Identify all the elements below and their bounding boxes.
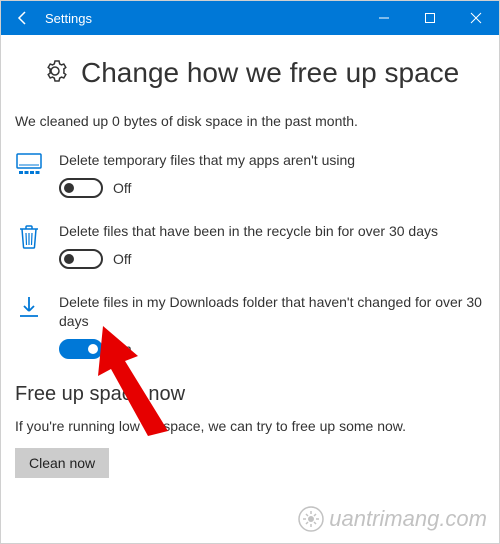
toggle-state-text: On	[113, 341, 132, 357]
toggle-recycle-bin[interactable]	[59, 249, 103, 269]
page-title: Change how we free up space	[81, 57, 459, 89]
titlebar: Settings	[1, 1, 499, 35]
trash-icon	[15, 224, 43, 250]
minimize-button[interactable]	[361, 1, 407, 35]
setting-temp-files: Delete temporary files that my apps aren…	[15, 151, 485, 198]
gear-icon	[43, 59, 67, 88]
watermark: uantrimang.com	[297, 505, 487, 533]
setting-label: Delete temporary files that my apps aren…	[59, 151, 485, 170]
setting-downloads: Delete files in my Downloads folder that…	[15, 293, 485, 359]
toggle-state-text: Off	[113, 180, 131, 196]
download-icon	[15, 295, 43, 319]
clean-now-button[interactable]: Clean now	[15, 448, 109, 478]
content-area: Change how we free up space We cleaned u…	[1, 35, 499, 478]
setting-recycle-bin: Delete files that have been in the recyc…	[15, 222, 485, 269]
setting-label: Delete files in my Downloads folder that…	[59, 293, 485, 331]
setting-label: Delete files that have been in the recyc…	[59, 222, 485, 241]
toggle-temp-files[interactable]	[59, 178, 103, 198]
toggle-downloads[interactable]	[59, 339, 103, 359]
toggle-state-text: Off	[113, 251, 131, 267]
maximize-button[interactable]	[407, 1, 453, 35]
window-title: Settings	[45, 11, 361, 26]
monitor-icon	[15, 153, 43, 175]
section-desc: If you're running low on space, we can t…	[15, 418, 485, 434]
section-title: Free up space now	[15, 383, 485, 406]
page-header: Change how we free up space	[43, 57, 485, 89]
status-text: We cleaned up 0 bytes of disk space in t…	[15, 113, 485, 129]
close-button[interactable]	[453, 1, 499, 35]
back-button[interactable]	[1, 1, 45, 35]
